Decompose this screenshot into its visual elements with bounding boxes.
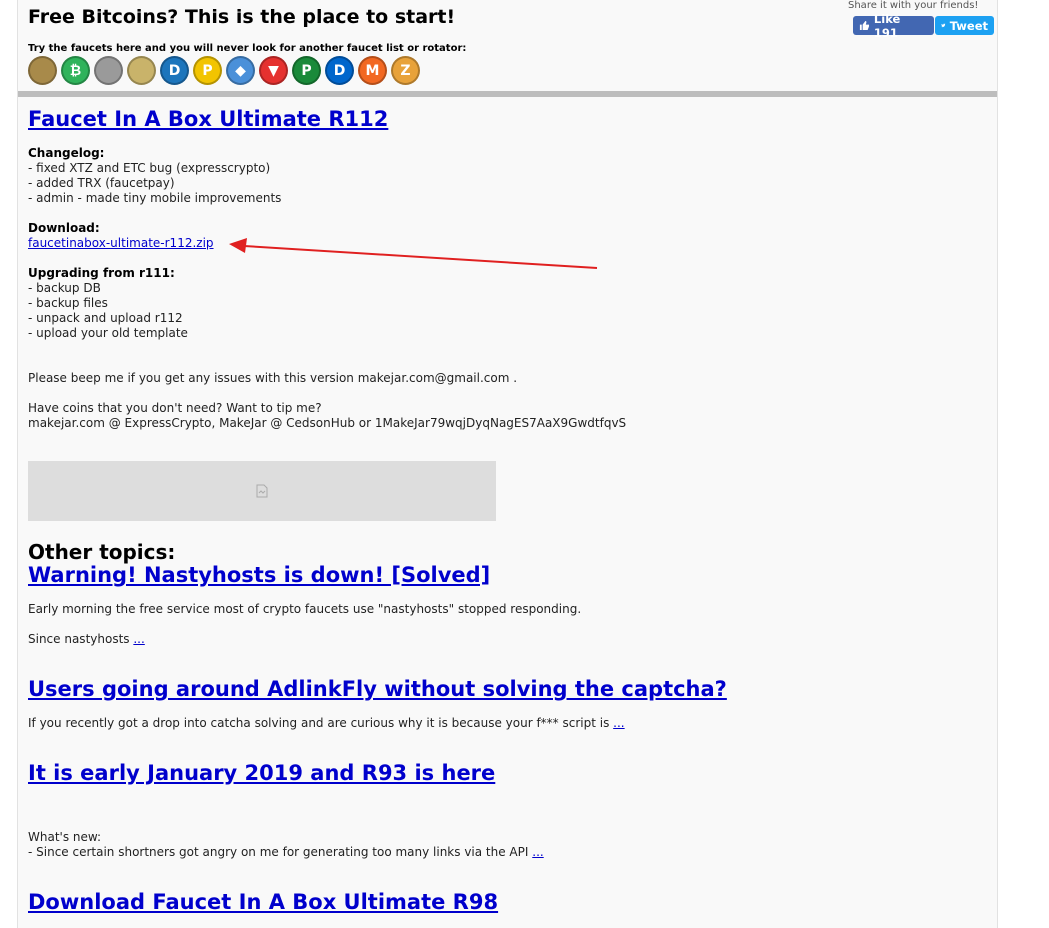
twitter-bird-icon bbox=[941, 23, 946, 28]
changelog-item: - admin - made tiny mobile improvements bbox=[28, 191, 282, 205]
download-heading: Download: bbox=[28, 221, 100, 235]
topic-title-link[interactable]: It is early January 2019 and R93 is here bbox=[28, 761, 495, 785]
page-container: Free Bitcoins? This is the place to star… bbox=[17, 0, 998, 928]
read-more-link[interactable]: ... bbox=[613, 716, 624, 730]
upgrade-step: - backup files bbox=[28, 296, 108, 310]
gold-ring-coin-icon[interactable] bbox=[127, 56, 156, 85]
topic-excerpt-text: Since nastyhosts bbox=[28, 632, 130, 646]
header-divider bbox=[18, 91, 997, 97]
tip-line: Have coins that you don't need? Want to … bbox=[28, 401, 322, 415]
article-title-link[interactable]: Faucet In A Box Ultimate R112 bbox=[28, 107, 388, 131]
peercoin-icon[interactable]: P bbox=[193, 56, 222, 85]
changelog-item: - added TRX (faucetpay) bbox=[28, 176, 175, 190]
upgrade-step: - upload your old template bbox=[28, 326, 188, 340]
share-buttons: Like 191 Tweet bbox=[853, 12, 994, 40]
download-zip-link[interactable]: faucetinabox-ultimate-r112.zip bbox=[28, 236, 214, 251]
grey-coin-icon[interactable] bbox=[94, 56, 123, 85]
thumbs-up-icon bbox=[859, 20, 870, 31]
read-more-link[interactable]: ... bbox=[532, 845, 543, 859]
tweet-button[interactable]: Tweet bbox=[935, 16, 994, 35]
broken-image-icon bbox=[256, 484, 268, 498]
faucet-coin-list: ₿ D P ◆ ▼ P D M Z bbox=[28, 56, 420, 85]
monero-icon[interactable]: M bbox=[358, 56, 387, 85]
other-topics-heading: Other topics: bbox=[28, 540, 176, 564]
tron-icon[interactable]: ▼ bbox=[259, 56, 288, 85]
changelog-heading: Changelog: bbox=[28, 146, 105, 160]
bitcoin-cash-icon[interactable]: ₿ bbox=[61, 56, 90, 85]
topic-excerpt: Early morning the free service most of c… bbox=[28, 602, 582, 616]
read-more-link[interactable]: ... bbox=[133, 632, 144, 646]
peercoin-green-icon[interactable]: P bbox=[292, 56, 321, 85]
tweet-label: Tweet bbox=[949, 18, 988, 33]
topic-excerpt: - Since certain shortners got angry on m… bbox=[28, 845, 544, 860]
dash-icon[interactable]: D bbox=[160, 56, 189, 85]
site-title: Free Bitcoins? This is the place to star… bbox=[28, 6, 456, 28]
topic-title-link[interactable]: Download Faucet In A Box Ultimate R98 bbox=[28, 890, 498, 914]
facebook-like-button[interactable]: Like 191 bbox=[853, 12, 934, 40]
faucet-tagline: Try the faucets here and you will never … bbox=[28, 43, 467, 54]
topic-excerpt: Since nastyhosts ... bbox=[28, 632, 145, 647]
topic-excerpt-text: If you recently got a drop into catcha s… bbox=[28, 716, 610, 730]
digibyte-icon[interactable]: D bbox=[325, 56, 354, 85]
contact-line: Please beep me if you get any issues wit… bbox=[28, 371, 518, 385]
gold-coin-icon[interactable] bbox=[28, 56, 57, 85]
upgrade-heading: Upgrading from r111: bbox=[28, 266, 175, 280]
ad-placeholder[interactable] bbox=[28, 461, 496, 521]
ethereum-icon[interactable]: ◆ bbox=[226, 56, 255, 85]
upgrade-step: - unpack and upload r112 bbox=[28, 311, 183, 325]
changelog-item: - fixed XTZ and ETC bug (expresscrypto) bbox=[28, 161, 271, 175]
like-label: Like 191 bbox=[873, 11, 901, 40]
topic-title-link[interactable]: Users going around AdlinkFly without sol… bbox=[28, 677, 727, 701]
topic-title-link[interactable]: Warning! Nastyhosts is down! [Solved] bbox=[28, 563, 490, 587]
share-label: Share it with your friends! bbox=[848, 0, 979, 11]
topic-excerpt-text: - Since certain shortners got angry on m… bbox=[28, 845, 529, 859]
zcash-icon[interactable]: Z bbox=[391, 56, 420, 85]
topic-excerpt: If you recently got a drop into catcha s… bbox=[28, 716, 625, 731]
upgrade-step: - backup DB bbox=[28, 281, 101, 295]
topic-excerpt: What's new: bbox=[28, 830, 102, 844]
tip-addresses: makejar.com @ ExpressCrypto, MakeJar @ C… bbox=[28, 416, 627, 430]
